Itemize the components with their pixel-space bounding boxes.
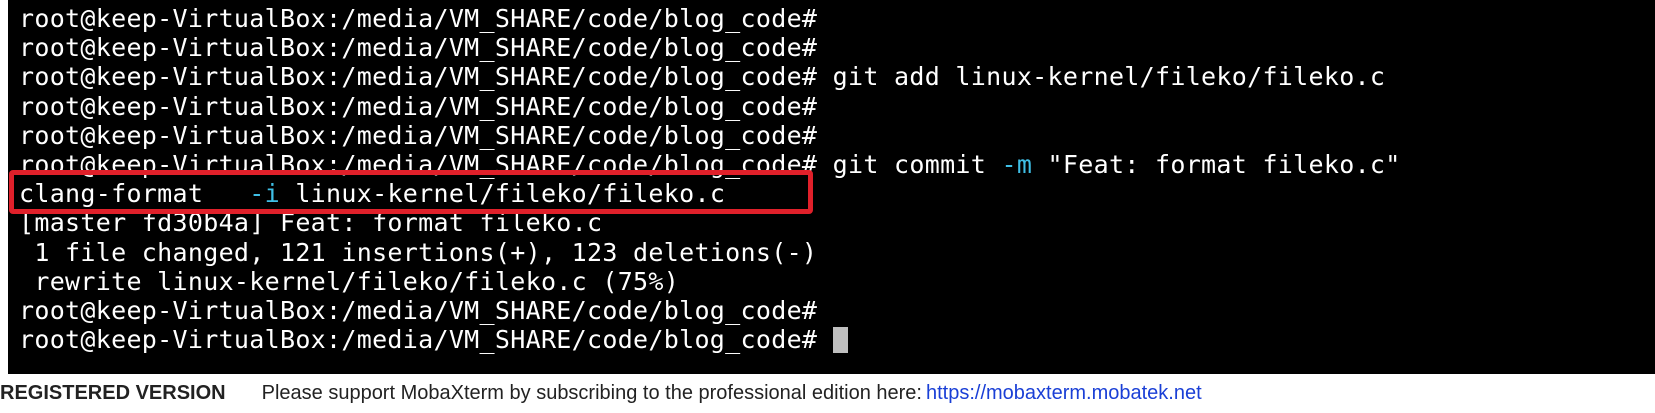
watermark-link[interactable]: https://mobaxterm.mobatek.net xyxy=(926,382,1202,404)
prompt-text: root@keep-VirtualBox:/media/VM_SHARE/cod… xyxy=(19,325,833,355)
command-text: "Feat: format fileko.c" xyxy=(1032,149,1401,179)
watermark-brand: REGISTERED VERSION xyxy=(0,382,226,404)
highlight-annotation-box xyxy=(9,170,813,214)
terminal-line: root@keep-VirtualBox:/media/VM_SHARE/cod… xyxy=(19,91,818,121)
terminal-window[interactable]: root@keep-VirtualBox:/media/VM_SHARE/cod… xyxy=(8,0,1655,374)
terminal-line: rewrite linux-kernel/fileko/fileko.c (75… xyxy=(19,266,680,296)
terminal-line: 1 file changed, 121 insertions(+), 123 d… xyxy=(19,237,818,267)
command-flag: -m xyxy=(1001,149,1033,179)
watermark-banner: REGISTERED VERSION Please support MobaXte… xyxy=(0,374,1655,413)
terminal-line: root@keep-VirtualBox:/media/VM_SHARE/cod… xyxy=(19,4,818,33)
terminal-cursor xyxy=(832,327,848,354)
terminal-line: root@keep-VirtualBox:/media/VM_SHARE/cod… xyxy=(19,33,818,63)
watermark-message: Please support MobaXterm by subscribing … xyxy=(261,382,922,404)
terminal-line: root@keep-VirtualBox:/media/VM_SHARE/cod… xyxy=(19,62,1386,92)
terminal-line: root@keep-VirtualBox:/media/VM_SHARE/cod… xyxy=(19,295,818,325)
terminal-line-active-prompt: root@keep-VirtualBox:/media/VM_SHARE/cod… xyxy=(19,325,1655,354)
terminal-line: root@keep-VirtualBox:/media/VM_SHARE/cod… xyxy=(19,120,818,150)
